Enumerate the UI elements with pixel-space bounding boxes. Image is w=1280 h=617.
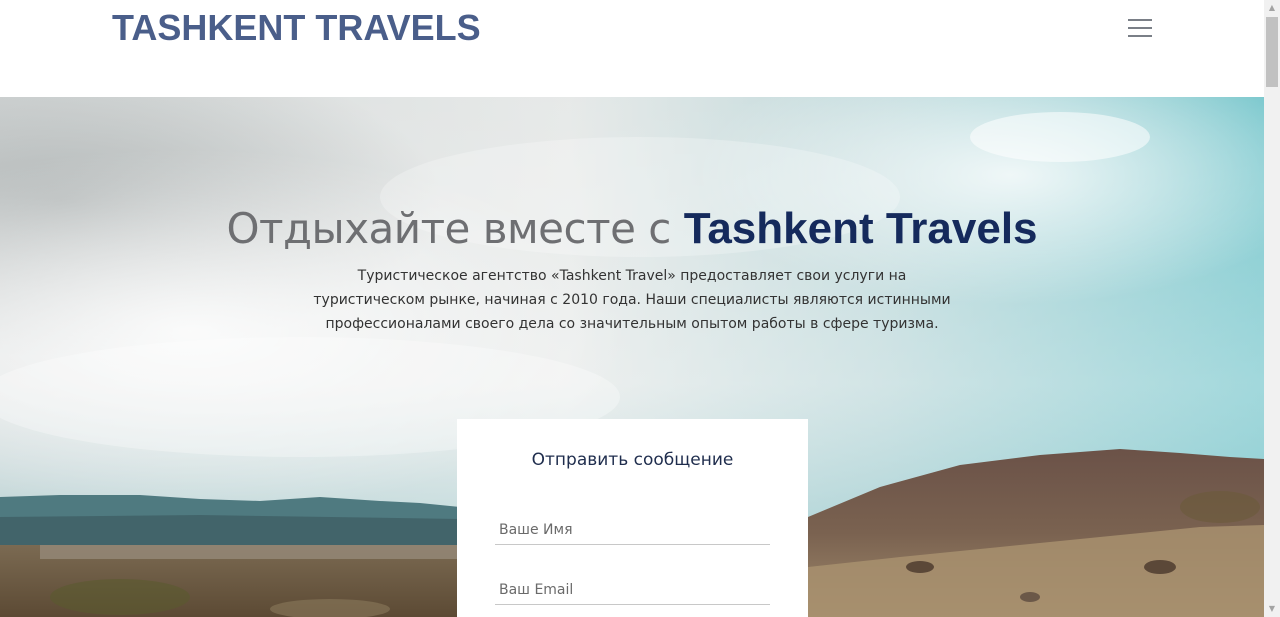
menu-line xyxy=(1128,35,1152,37)
hero-description: Туристическое агентство «Tashkent Travel… xyxy=(313,268,951,332)
hero-title: Отдыхайте вместе с Tashkent Travels xyxy=(0,201,1264,257)
browser-viewport: TASHKENT TRAVELS Отдыхайте вместе с Tash… xyxy=(0,0,1264,617)
vertical-scrollbar[interactable]: ▲ ▼ xyxy=(1264,0,1280,617)
menu-line xyxy=(1128,27,1152,29)
hamburger-menu-icon[interactable] xyxy=(1126,16,1154,40)
menu-line xyxy=(1128,19,1152,21)
brand-logo-text[interactable]: TASHKENT TRAVELS xyxy=(112,6,481,50)
scrollbar-thumb[interactable] xyxy=(1266,17,1278,87)
name-input[interactable] xyxy=(495,515,770,545)
page: TASHKENT TRAVELS Отдыхайте вместе с Tash… xyxy=(0,0,1280,617)
contact-form-card: Отправить сообщение xyxy=(457,419,808,617)
scroll-down-arrow-icon[interactable]: ▼ xyxy=(1264,601,1280,617)
email-input[interactable] xyxy=(495,575,770,605)
form-title: Отправить сообщение xyxy=(531,450,734,470)
hero-title-light: Отдыхайте вместе с xyxy=(226,204,684,254)
hero-title-accent: Tashkent Travels xyxy=(683,204,1038,254)
scroll-up-arrow-icon[interactable]: ▲ xyxy=(1264,0,1280,16)
hero-section: Отдыхайте вместе с Tashkent Travels Тури… xyxy=(0,97,1264,617)
site-header: TASHKENT TRAVELS xyxy=(0,0,1264,97)
